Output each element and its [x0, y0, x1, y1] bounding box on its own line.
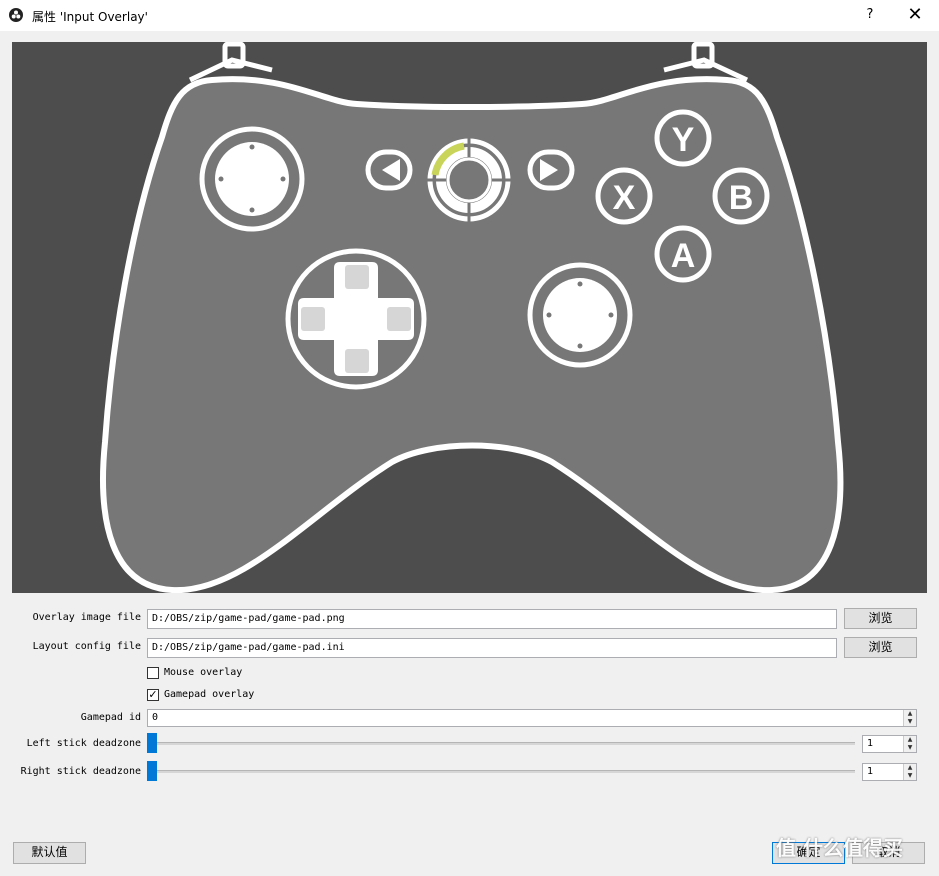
mouse-overlay-label: Mouse overlay [164, 667, 243, 678]
start-button [527, 149, 575, 191]
a-button: A [654, 225, 712, 283]
x-button: X [595, 167, 653, 225]
gamepad-id-value: 0 [152, 712, 159, 723]
defaults-button[interactable]: 默认值 [13, 842, 86, 864]
overlay-image-input[interactable]: D:/OBS/zip/game-pad/game-pad.png [147, 609, 837, 629]
left-deadzone-value: 1 [867, 738, 874, 749]
overlay-preview: Y X B A [12, 42, 927, 593]
gamepad-id-spinner[interactable]: ▲ ▼ [903, 710, 916, 726]
layout-config-input[interactable]: D:/OBS/zip/game-pad/game-pad.ini [147, 638, 837, 658]
right-deadzone-spinner[interactable]: ▲ ▼ [903, 764, 916, 780]
y-button: Y [654, 109, 712, 167]
svg-text:Y: Y [672, 121, 695, 159]
left-deadzone-track[interactable] [147, 742, 855, 745]
overlay-image-browse-button[interactable]: 浏览 [844, 608, 917, 629]
left-shoulder-clip [188, 42, 273, 83]
left-stick [199, 126, 305, 232]
left-deadzone-spinner[interactable]: ▲ ▼ [903, 736, 916, 752]
window-title: 属性 'Input Overlay' [32, 10, 148, 24]
svg-text:X: X [613, 179, 636, 217]
gamepad-overlay-label: Gamepad overlay [164, 689, 255, 700]
obs-app-icon [9, 8, 23, 22]
right-deadzone-label: Right stick deadzone [20, 766, 141, 777]
gamepad-id-input[interactable]: 0 [147, 709, 917, 727]
b-button: B [712, 167, 770, 225]
right-shoulder-clip [663, 42, 749, 83]
left-deadzone-label: Left stick deadzone [26, 738, 141, 749]
overlay-image-label: Overlay image file [32, 612, 141, 623]
svg-text:A: A [671, 237, 696, 275]
title-bar: 属性 'Input Overlay' ? ✕ [0, 0, 939, 31]
gamepad-id-label: Gamepad id [80, 712, 141, 723]
left-deadzone-slider-handle[interactable] [147, 733, 157, 753]
watermark: 值 什么值得买 [776, 836, 903, 860]
layout-config-browse-button[interactable]: 浏览 [844, 637, 917, 658]
dpad [285, 248, 427, 390]
back-button [365, 149, 413, 191]
close-button[interactable]: ✕ [901, 4, 929, 26]
gamepad-image: Y X B A [100, 42, 844, 593]
right-deadzone-value: 1 [867, 766, 874, 777]
gamepad-overlay-checkbox[interactable]: ✓ [147, 689, 159, 701]
right-deadzone-slider-handle[interactable] [147, 761, 157, 781]
mouse-overlay-checkbox[interactable] [147, 667, 159, 679]
right-stick [527, 262, 633, 368]
help-button[interactable]: ? [858, 5, 882, 25]
right-deadzone-track[interactable] [147, 770, 855, 773]
layout-config-label: Layout config file [32, 641, 141, 652]
svg-text:B: B [729, 179, 754, 217]
